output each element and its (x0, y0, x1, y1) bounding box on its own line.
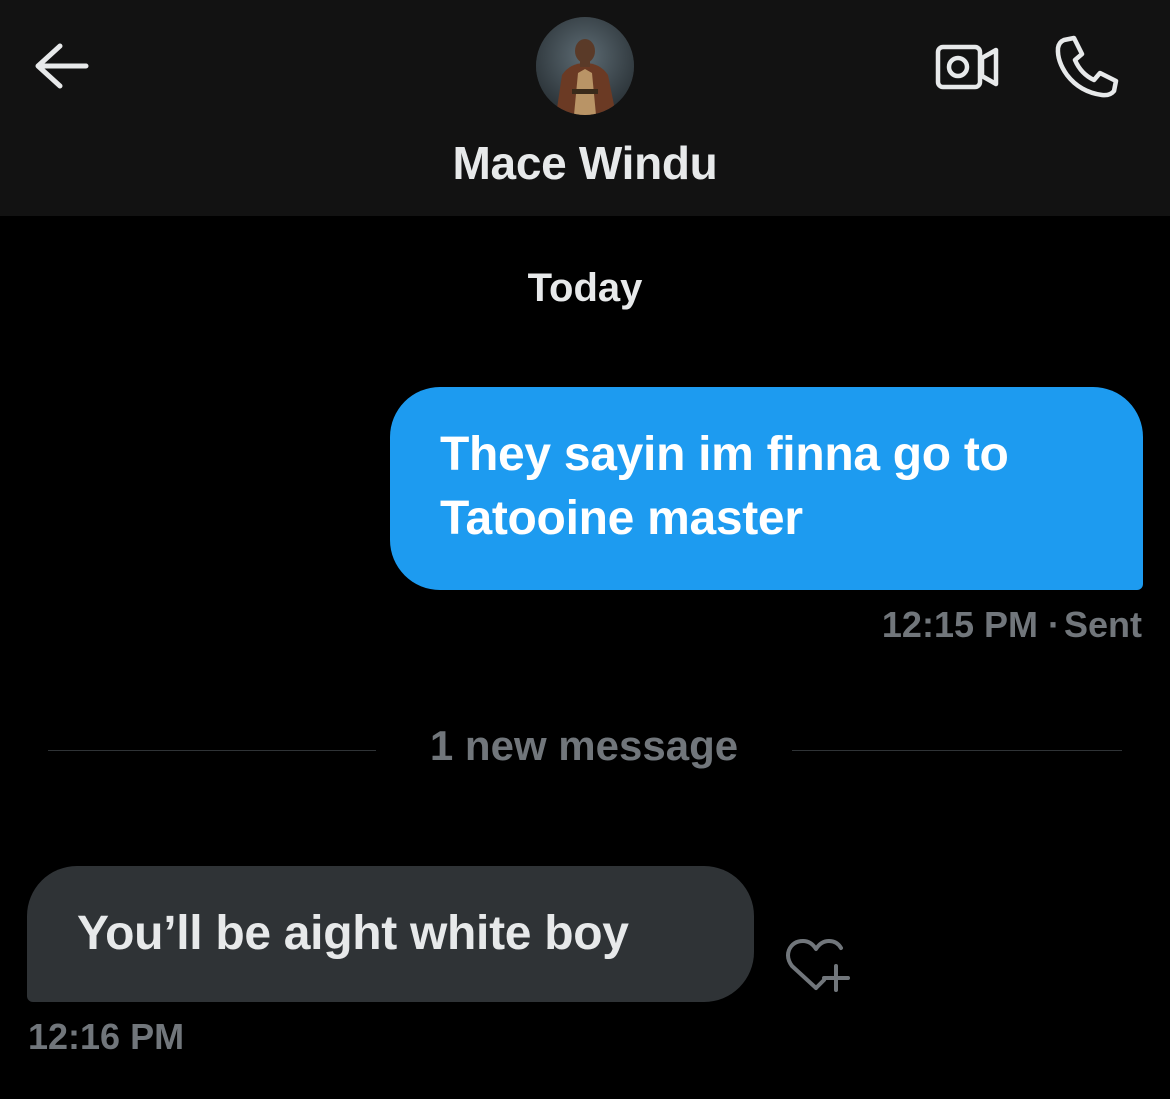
sent-message-text: They sayin im finna go to Tatooine maste… (440, 428, 1009, 545)
received-message-bubble[interactable]: You’ll be aight white boy (27, 866, 754, 1002)
heart-plus-icon (786, 939, 850, 992)
avatar-image (536, 17, 634, 115)
divider-line-left (48, 750, 376, 751)
sent-message-bubble[interactable]: They sayin im finna go to Tatooine maste… (390, 387, 1143, 590)
phone-call-button[interactable] (1050, 32, 1122, 100)
chat-header: Mace Windu (0, 0, 1170, 216)
video-call-button[interactable] (930, 38, 1002, 96)
sent-message-time: 12:15 PM (881, 604, 1038, 645)
phone-icon (1055, 35, 1119, 98)
back-button[interactable] (30, 38, 92, 94)
meta-separator: · (1047, 604, 1060, 645)
sent-message-meta: 12:15 PM · Sent (882, 604, 1142, 646)
date-separator: Today (527, 266, 643, 310)
video-call-icon (935, 44, 999, 90)
contact-name[interactable]: Mace Windu (0, 136, 1170, 190)
new-message-divider: 1 new message (429, 722, 739, 769)
contact-avatar[interactable] (536, 17, 634, 115)
add-reaction-button[interactable] (784, 936, 850, 996)
sent-status: Sent (1063, 604, 1142, 645)
received-message-time: 12:16 PM (28, 1016, 185, 1057)
received-message-text: You’ll be aight white boy (77, 907, 629, 960)
divider-line-right (792, 750, 1122, 751)
arrow-left-icon (35, 43, 89, 89)
